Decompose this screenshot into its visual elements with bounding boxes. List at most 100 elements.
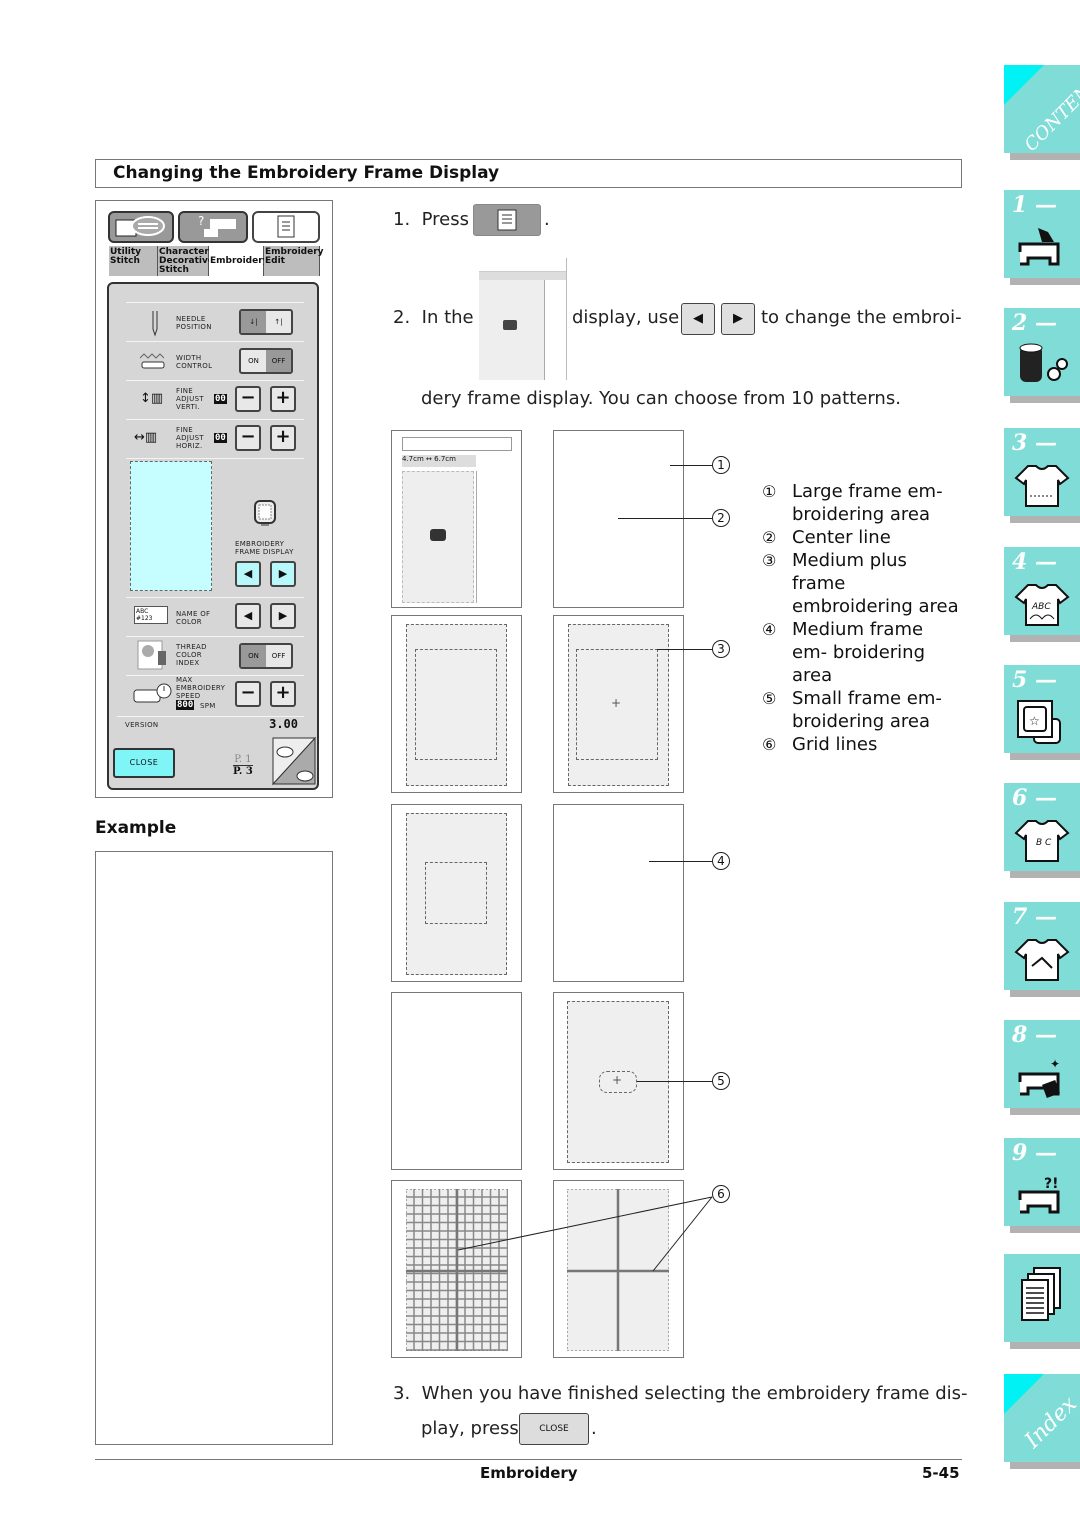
width-control-toggle[interactable]: ON OFF: [239, 348, 293, 374]
page-total: P. 3: [233, 766, 253, 777]
side-tab-chapter-9[interactable]: 9 — ?!: [1004, 1138, 1080, 1233]
fine-adjust-horiz-row: ↔▥ FINE ADJUST HORIZ. 00 − +: [126, 419, 304, 457]
needle-position-toggle[interactable]: ↓| ↑|: [239, 309, 293, 335]
frame-preview-area: [130, 461, 212, 591]
legend-item: ② Center line: [762, 527, 891, 548]
machine-clock-icon: [133, 683, 172, 703]
fine-vert-plus-button[interactable]: +: [270, 386, 296, 412]
svg-text:B C: B C: [1036, 838, 1052, 848]
needle-icon: [152, 311, 158, 337]
abc-badge-icon: ABC #123: [134, 606, 168, 624]
leader-line-1: [670, 465, 712, 466]
legend-item: ③ Medium plus frame embroidering area: [762, 550, 959, 617]
frame-display-prev-button[interactable]: ◀: [235, 561, 261, 587]
side-tab-chapter-1[interactable]: 1 —: [1004, 190, 1080, 285]
version-row: VERSION 3.00: [117, 716, 304, 734]
page-current: P. 1: [233, 754, 253, 766]
callout-6: 6: [712, 1185, 730, 1203]
close-button[interactable]: CLOSE: [113, 748, 175, 778]
mini-display-header: [479, 258, 566, 272]
step-2-text-d: dery frame display. You can choose from …: [421, 388, 901, 409]
fine-horiz-value: 00: [214, 433, 227, 443]
callout-5: 5: [712, 1072, 730, 1090]
side-tab-chapter-7[interactable]: 7 —: [1004, 902, 1080, 997]
sewing-machine-question-icon: ?!: [1018, 1176, 1060, 1214]
manual-book-icon[interactable]: [108, 211, 174, 243]
max-speed-plus-button[interactable]: +: [270, 681, 296, 707]
off-option[interactable]: OFF: [266, 645, 291, 667]
callout-3: 3: [712, 640, 730, 658]
name-of-color-label: NAME OF COLOR: [176, 610, 211, 626]
side-tab-documents[interactable]: [1004, 1254, 1080, 1349]
name-of-color-next-button[interactable]: ▶: [270, 603, 296, 629]
side-tab-chapter-8[interactable]: 8 — ✦: [1004, 1020, 1080, 1115]
section-title: Changing the Embroidery Frame Display: [95, 159, 962, 188]
side-tab-chapter-6[interactable]: 6 — B C: [1004, 783, 1080, 878]
name-of-color-row: ABC #123 NAME OF COLOR ◀ ▶: [126, 597, 304, 635]
settings-icon[interactable]: [252, 211, 320, 243]
needle-down-option[interactable]: ↓|: [241, 311, 266, 333]
tab-character-decorative-stitch[interactable]: Character Decorative Stitch: [158, 246, 214, 276]
legend-item: ⑥ Grid lines: [762, 734, 878, 755]
side-tab-contents[interactable]: CONTENTS: [1004, 63, 1080, 160]
example-heading: Example: [95, 818, 177, 838]
side-tab-index[interactable]: Index: [1004, 1374, 1080, 1469]
side-tab-chapter-5[interactable]: 5 — ☆: [1004, 665, 1080, 760]
fine-horiz-plus-button[interactable]: +: [270, 425, 296, 451]
page-indicator: P. 1 P. 3: [233, 754, 253, 777]
fine-vert-value: 00: [214, 394, 227, 404]
side-tab-chapter-4[interactable]: 4 — ABC: [1004, 547, 1080, 642]
fine-adjust-vert-row: ↕▥ FINE ADJUST VERTI. 00 − +: [126, 380, 304, 418]
frame-diagram-large-medium-plus: [391, 615, 522, 793]
tab-utility-stitch[interactable]: Utility Stitch: [109, 246, 158, 276]
callout-2: 2: [712, 509, 730, 527]
prev-arrow-button[interactable]: ◀: [681, 303, 715, 335]
svg-text:✦: ✦: [1050, 1057, 1060, 1071]
vertical-arrows-icon: ↕▥: [140, 391, 164, 406]
thread-spool-scissors-icon: [1019, 343, 1068, 382]
needle-position-row: NEEDLE POSITION ↓| ↑|: [126, 302, 304, 340]
frame-display-next-button[interactable]: ▶: [270, 561, 296, 587]
frame-diagram-none: [391, 992, 522, 1170]
settings-key-button[interactable]: [473, 204, 541, 236]
leader-line-2: [618, 518, 712, 519]
horizontal-arrows-icon: ↔▥: [134, 430, 158, 445]
tab-embroidery-edit[interactable]: Embroidery Edit: [264, 246, 324, 276]
width-control-label: WIDTH CONTROL: [176, 354, 213, 370]
name-of-color-prev-button[interactable]: ◀: [235, 603, 261, 629]
callout-1: 1: [712, 456, 730, 474]
lcd-top-icons: ?: [108, 211, 320, 245]
mini-thread-list: [476, 471, 510, 603]
needle-up-option[interactable]: ↑|: [266, 311, 291, 333]
off-option[interactable]: OFF: [266, 350, 291, 372]
close-key-button[interactable]: CLOSE: [519, 1413, 589, 1445]
step-1-suffix: .: [544, 209, 550, 230]
frame-diagram-blank-2: [553, 804, 684, 982]
legend-item: ① Large frame em- broidering area: [762, 481, 943, 525]
fine-adjust-horiz-label: FINE ADJUST HORIZ.: [176, 426, 204, 450]
step-2-intro: 2. In the: [393, 307, 474, 328]
on-option[interactable]: ON: [241, 645, 266, 667]
legend: ① Large frame em- broidering area ② Center…: [762, 480, 962, 756]
example-box: [95, 851, 333, 1445]
mini-size-readout: 4.7cm ↔ 6.7cm: [402, 455, 476, 467]
on-option[interactable]: ON: [241, 350, 266, 372]
max-speed-minus-button[interactable]: −: [235, 681, 261, 707]
footer-divider: [95, 1459, 962, 1460]
center-cross-icon: +: [611, 696, 622, 710]
frame-diagram-blank: [553, 430, 684, 608]
side-tab-chapter-3[interactable]: 3 —: [1004, 428, 1080, 523]
next-arrow-button[interactable]: ▶: [721, 303, 755, 335]
help-machine-icon[interactable]: ?: [178, 211, 248, 243]
tshirt-abc-icon: ABC: [1014, 584, 1070, 626]
page-turn-hands-icon[interactable]: [271, 736, 317, 786]
fine-horiz-minus-button[interactable]: −: [235, 425, 261, 451]
width-control-row: WIDTH CONTROL ON OFF: [126, 341, 304, 379]
version-label: VERSION: [125, 721, 159, 729]
tab-embroidery[interactable]: Embroidery: [209, 246, 269, 276]
thread-color-index-toggle[interactable]: ON OFF: [239, 643, 293, 669]
step-3-text-b: play, press: [421, 1418, 519, 1439]
frame-display-label: EMBROIDERY FRAME DISPLAY: [235, 540, 294, 556]
side-tab-chapter-2[interactable]: 2 —: [1004, 308, 1080, 403]
fine-vert-minus-button[interactable]: −: [235, 386, 261, 412]
